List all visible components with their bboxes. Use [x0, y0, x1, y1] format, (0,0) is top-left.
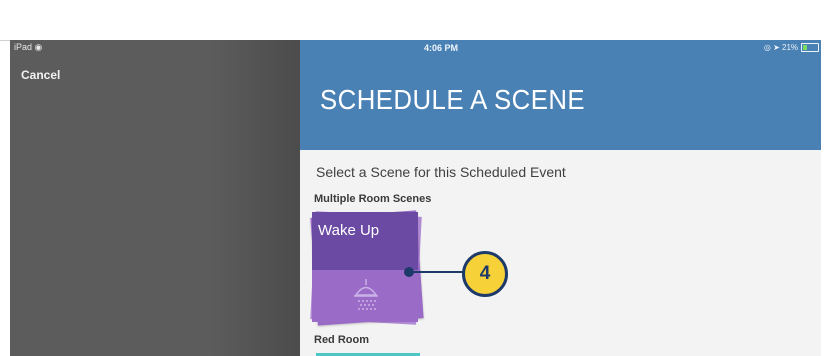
callout-number-badge: 4 [462, 251, 508, 297]
instruction-text: Select a Scene for this Scheduled Event [316, 164, 566, 180]
cancel-button[interactable]: Cancel [21, 68, 60, 82]
scene-card-header: Wake Up [312, 212, 418, 270]
callout-leader-line [409, 271, 465, 273]
scene-card-face[interactable]: Wake Up [312, 212, 418, 322]
battery-icon [801, 43, 819, 52]
shower-icon [354, 279, 378, 310]
scene-card-body [312, 270, 418, 322]
left-panel: iPad ◉ Cancel [10, 40, 300, 356]
header-bar: 4:06 PM ◎ ➤ 21% SCHEDULE A SCENE [300, 40, 825, 150]
status-right-text: ◎ ➤ 21% [763, 43, 798, 52]
schedule-scene-panel: 4:06 PM ◎ ➤ 21% SCHEDULE A SCENE Select … [300, 40, 825, 356]
section-label-red-room: Red Room [314, 334, 369, 346]
status-indicators: ◎ ➤ 21% [764, 43, 819, 52]
screen-edge [821, 40, 825, 356]
top-blank-area [0, 0, 825, 41]
page-title: SCHEDULE A SCENE [320, 84, 586, 115]
device-status: iPad ◉ [14, 42, 43, 52]
panel-shadow [210, 40, 300, 356]
section-label-multiple-room-scenes: Multiple Room Scenes [314, 193, 432, 205]
status-time: 4:06 PM [423, 43, 458, 53]
scene-label: Wake Up [318, 222, 380, 239]
